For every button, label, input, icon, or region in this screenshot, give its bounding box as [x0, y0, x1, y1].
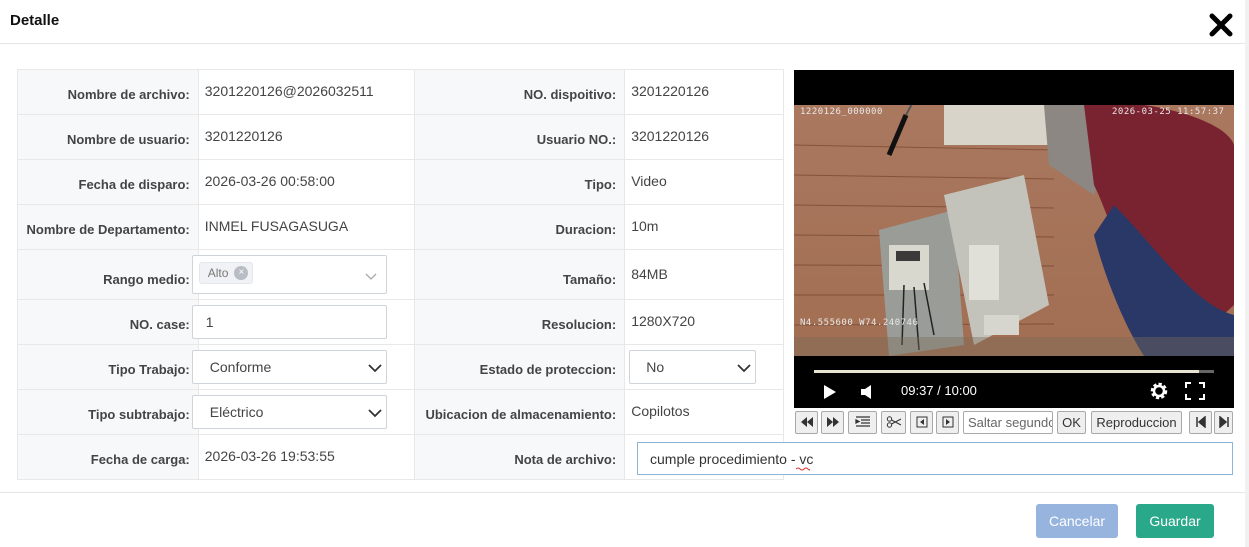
video-player[interactable]: 1220126_000000 2026-03-25 11:57:37 N4.55…	[794, 70, 1234, 408]
no-case-input[interactable]: 1	[191, 305, 387, 339]
spellcheck-underline	[796, 467, 810, 471]
value-duracion: 10m	[625, 205, 784, 249]
label-resolucion: Resolucion:	[415, 300, 626, 344]
chevron-down-icon	[368, 408, 382, 418]
dialog-header: Detalle	[0, 0, 1249, 44]
tipo-trabajo-select[interactable]: Conforme	[191, 350, 387, 384]
progress-bar[interactable]	[814, 370, 1214, 373]
label-fecha-disparo: Fecha de disparo:	[18, 160, 199, 204]
save-button[interactable]: Guardar	[1136, 504, 1214, 538]
gear-icon[interactable]	[1149, 381, 1169, 406]
cancel-button[interactable]: Cancelar	[1036, 504, 1118, 538]
progress-fill	[814, 370, 1199, 373]
scissors-icon	[886, 416, 901, 428]
rango-medio-tag: Alto ×	[198, 262, 254, 284]
nota-archivo-input[interactable]: cumple procedimiento - vc	[637, 442, 1233, 475]
label-tipo-subtrabajo: Tipo subtrabajo:	[18, 390, 199, 434]
osd-timestamp: 2026-03-25 11:57:37	[1112, 107, 1225, 117]
list-button[interactable]	[848, 411, 877, 434]
estado-proteccion-select[interactable]: No	[629, 350, 757, 384]
label-ubicacion: Ubicacion de almacenamiento:	[415, 390, 626, 434]
value-tamano: 84MB	[625, 250, 784, 299]
rango-medio-field: Alto ×	[191, 250, 416, 299]
dialog-title: Detalle	[10, 12, 60, 29]
label-estado-proteccion: Estado de proteccion:	[415, 345, 626, 389]
value-fecha-disparo: 2026-03-26 00:58:00	[198, 160, 416, 204]
last-frame-button[interactable]	[1214, 411, 1233, 434]
osd-device-id: 1220126_000000	[800, 107, 883, 117]
tag-remove-icon[interactable]: ×	[234, 266, 249, 280]
close-icon[interactable]	[1207, 11, 1235, 39]
video-controls: 09:37 / 10:00	[794, 356, 1234, 408]
cut-button[interactable]	[881, 411, 906, 434]
label-tipo-trabajo: Tipo Trabajo:	[18, 345, 199, 389]
label-fecha-carga: Fecha de carga:	[18, 435, 199, 479]
ok-button[interactable]: OK	[1057, 411, 1086, 434]
skip-end-icon	[1218, 416, 1229, 428]
value-nombre-usuario: 3201220126	[198, 115, 416, 159]
label-nombre-archivo: Nombre de archivo:	[18, 70, 199, 114]
label-nota-archivo: Nota de archivo:	[415, 435, 626, 479]
fast-forward-icon	[826, 417, 839, 427]
tipo-subtrabajo-select[interactable]: Eléctrico	[191, 395, 387, 429]
label-duracion: Duracion:	[415, 205, 626, 249]
skip-seconds-input[interactable]: Saltar segundos	[963, 411, 1053, 434]
tipo-trabajo-field: Conforme	[191, 345, 416, 389]
prev-frame-icon	[916, 416, 927, 428]
scrollbar[interactable]	[1245, 0, 1249, 547]
volume-icon[interactable]	[860, 384, 874, 405]
value-fecha-carga: 2026-03-26 19:53:55	[198, 435, 416, 479]
play-icon[interactable]	[823, 384, 837, 405]
fullscreen-icon[interactable]	[1185, 382, 1205, 405]
value-usuario-no: 3201220126	[625, 115, 784, 159]
footer-divider	[0, 492, 1249, 493]
reproduccion-button[interactable]: Reproduccion	[1091, 411, 1182, 434]
prev-frame-button[interactable]	[910, 411, 933, 434]
fast-forward-button[interactable]	[821, 411, 844, 434]
first-frame-button[interactable]	[1189, 411, 1212, 434]
value-resolucion: 1280X720	[625, 300, 784, 344]
video-frame: 1220126_000000 2026-03-25 11:57:37 N4.55…	[794, 105, 1234, 356]
chevron-down-icon	[368, 363, 382, 373]
label-tipo: Tipo:	[415, 160, 626, 204]
value-nombre-archivo: 3201220126@2026032511	[198, 70, 416, 114]
label-nombre-usuario: Nombre de usuario:	[18, 115, 199, 159]
rango-medio-select[interactable]: Alto ×	[191, 255, 387, 294]
skip-start-icon	[1195, 416, 1206, 428]
chevron-down-icon	[364, 271, 378, 281]
list-icon	[854, 416, 870, 427]
label-no-dispositivo: NO. dispoitivo:	[415, 70, 626, 114]
value-ubicacion: Copilotos	[625, 390, 784, 434]
detail-grid: Nombre de archivo: 3201220126@2026032511…	[17, 69, 784, 480]
chevron-down-icon	[737, 363, 751, 373]
no-case-field: 1	[191, 300, 416, 344]
value-no-dispositivo: 3201220126	[625, 70, 784, 114]
rewind-button[interactable]	[795, 411, 818, 434]
label-no-case: NO. case:	[18, 300, 199, 344]
value-tipo: Video	[625, 160, 784, 204]
label-rango-medio: Rango medio:	[18, 250, 199, 299]
rewind-icon	[800, 417, 813, 427]
osd-coordinates: N4.555600 W74.240746	[800, 318, 919, 328]
value-departamento: INMEL FUSAGASUGA	[198, 205, 416, 249]
tipo-subtrabajo-field: Eléctrico	[191, 390, 416, 434]
label-usuario-no: Usuario NO.:	[415, 115, 626, 159]
estado-proteccion-field: No	[625, 345, 784, 389]
label-tamano: Tamaño:	[415, 250, 626, 299]
next-frame-icon	[942, 416, 953, 428]
label-departamento: Nombre de Departamento:	[18, 205, 199, 249]
next-frame-button[interactable]	[936, 411, 959, 434]
video-time: 09:37 / 10:00	[901, 383, 977, 398]
